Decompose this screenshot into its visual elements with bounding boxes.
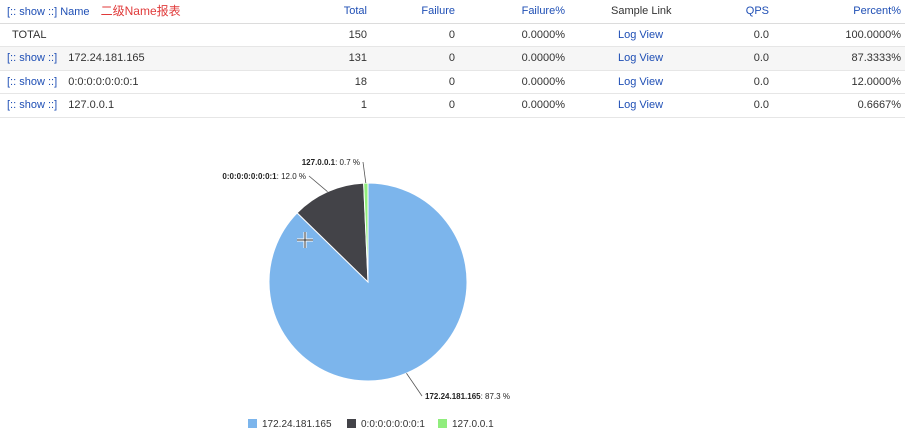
row-qps: 0.0 [753,75,769,88]
sort-by-failure-pct-link[interactable]: Failure% [522,0,565,22]
pie-data-label: 0:0:0:0:0:0:0:1: 12.0 % [222,172,306,181]
row-name: 0:0:0:0:0:0:0:1 [68,75,139,88]
row-percent: 12.0000% [851,75,901,88]
pie-label-connector [362,161,367,184]
pie-label-connector [406,372,423,397]
table-header-row: [:: show ::] Name 二级Name报表 Total Failure… [0,0,905,24]
pie-chart: 172.24.181.165: 87.3 % 0:0:0:0:0:0:0:1: 1… [222,158,510,401]
row-percent: 100.0000% [845,28,901,41]
row-total: 150 [348,28,367,41]
log-view-link[interactable]: Log View [618,47,663,69]
legend-swatch [248,418,257,428]
legend-swatch [347,418,356,428]
log-view-link[interactable]: Log View [618,24,663,46]
row-show-link[interactable]: [:: show ::] [7,76,57,88]
row-failure: 0 [448,28,455,41]
name-report-table: [:: show ::] Name 二级Name报表 Total Failure… [0,0,905,118]
table-row: [:: show ::] 172.24.181.165 131 0 0.0000… [0,47,905,71]
sort-by-qps-link[interactable]: QPS [746,0,769,22]
sample-link-header: Sample Link [611,5,672,17]
table-row-total: TOTAL 150 0 0.0000% Log View 0.0 100.000… [0,23,905,48]
row-percent: 87.3333% [851,52,901,65]
header-name-cell: [:: show ::] Name 二级Name报表 [7,0,181,22]
row-failure: 0 [448,52,455,65]
legend-item[interactable]: 0:0:0:0:0:0:0:1 [347,418,425,432]
row-show-link[interactable]: [:: show ::] [7,52,57,64]
row-failure-pct: 0.0000% [521,52,565,65]
table-row: [:: show ::] 0:0:0:0:0:0:0:1 18 0 0.0000… [0,71,905,95]
row-failure: 0 [448,75,455,88]
show-all-link[interactable]: [:: show ::] [7,6,57,18]
legend-label: 172.24.181.165 [262,419,332,430]
row-failure-pct: 0.0000% [521,75,565,88]
pie-data-label: 172.24.181.165: 87.3 % [425,392,510,401]
row-name-cell: [:: show ::] 0:0:0:0:0:0:0:1 [7,71,139,93]
row-name: TOTAL [12,28,47,41]
legend-swatch [438,418,447,428]
row-failure-pct: 0.0000% [521,28,565,41]
row-qps: 0.0 [753,52,769,65]
annotation-text: 二级Name报表 [100,4,181,18]
row-qps: 0.0 [753,28,769,41]
sort-by-total-link[interactable]: Total [344,0,367,22]
row-name: 172.24.181.165 [68,52,145,65]
legend-label: 0:0:0:0:0:0:0:1 [361,419,425,430]
log-view-link[interactable]: Log View [618,71,663,93]
legend-item[interactable]: 172.24.181.165 [248,418,332,432]
row-name-cell: [:: show ::] 172.24.181.165 [7,47,145,69]
legend-label: 127.0.0.1 [452,419,494,430]
sort-by-percent-link[interactable]: Percent% [853,0,901,22]
row-total: 131 [348,52,367,65]
sort-by-failure-link[interactable]: Failure [421,0,455,22]
legend-item[interactable]: 127.0.0.1 [438,418,494,432]
pie-label-connector [308,175,328,192]
row-total: 18 [354,75,367,88]
pie-data-label: 127.0.0.1: 0.7 % [302,158,360,167]
sort-by-name-link[interactable]: Name [60,6,89,18]
